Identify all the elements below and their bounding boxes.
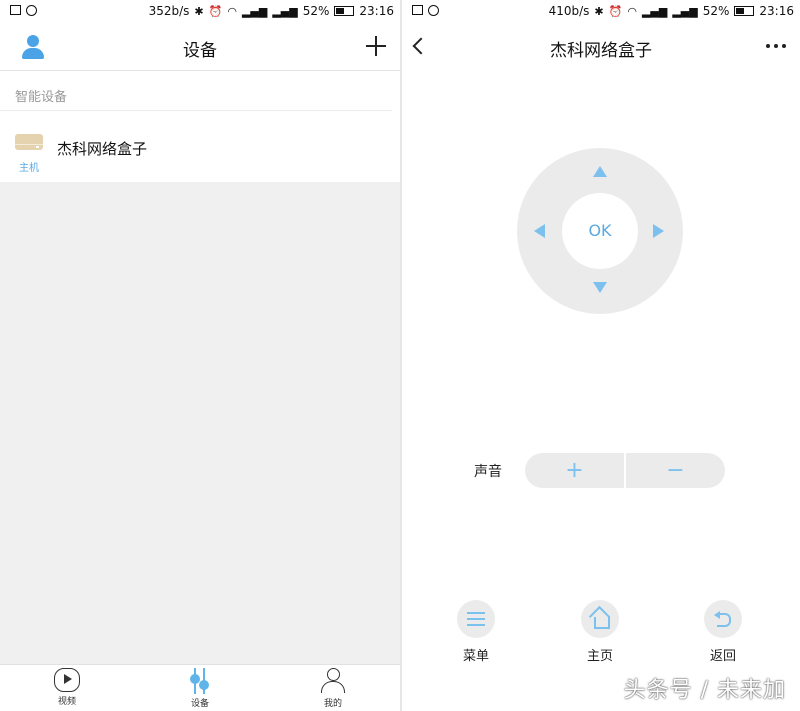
battery-percent: 52%: [702, 4, 730, 18]
page-title: 设备: [183, 41, 217, 61]
bottom-nav: 视频 设备 我的: [0, 664, 400, 711]
wifi-icon: ◠: [227, 4, 237, 18]
home-label: 主页: [586, 649, 613, 664]
nav-video[interactable]: 视频: [37, 668, 97, 707]
menu-label: 菜单: [462, 649, 489, 664]
signal-icon: ▂▄▆: [641, 4, 668, 18]
nav-me[interactable]: 我的: [303, 668, 363, 709]
battery-icon: [734, 6, 755, 16]
status-bar: 410b/s ✱ ⏰ ◠ ▂▄▆ ▂▄▆ 52% 23:16: [402, 0, 800, 24]
volume-control: + −: [525, 453, 725, 488]
header: 设备: [0, 24, 400, 71]
volume-down-button[interactable]: −: [626, 453, 725, 488]
up-arrow-button[interactable]: [593, 166, 607, 177]
nav-devices[interactable]: 设备: [170, 668, 230, 709]
right-arrow-button[interactable]: [653, 224, 664, 238]
clock: 23:16: [359, 4, 394, 18]
device-list-item[interactable]: 主机 杰科网络盒子: [0, 112, 400, 182]
network-speed: 410b/s: [548, 4, 590, 18]
message-icon: [26, 5, 37, 16]
wifi-icon: ◠: [627, 4, 637, 18]
section-label: 智能设备: [15, 90, 68, 105]
divider: [0, 110, 392, 111]
battery-icon: [334, 6, 355, 16]
signal-icon: ▂▄▆: [672, 4, 698, 18]
nav-devices-label: 设备: [190, 699, 209, 709]
down-arrow-button[interactable]: [593, 282, 607, 293]
network-speed: 352b/s: [148, 4, 190, 18]
battery-percent: 52%: [302, 4, 330, 18]
device-name: 杰科网络盒子: [57, 140, 148, 158]
ok-button[interactable]: OK: [562, 193, 638, 269]
device-sliders-icon: [187, 668, 213, 694]
more-icon[interactable]: [766, 44, 786, 48]
nav-me-label: 我的: [323, 699, 342, 709]
device-type-label: 主机: [19, 163, 39, 174]
alarm-icon: ⏰: [608, 4, 623, 18]
home-button[interactable]: 主页: [570, 600, 630, 664]
volume-up-button[interactable]: +: [525, 453, 624, 488]
signal-icon: ▂▄▆: [241, 4, 268, 18]
menu-button[interactable]: 菜单: [446, 600, 506, 664]
return-icon: [704, 600, 742, 638]
person-icon: [320, 668, 346, 694]
empty-list-area: [0, 182, 400, 665]
tv-box-icon: [15, 134, 43, 156]
home-icon: [581, 600, 619, 638]
volume-label: 声音: [474, 464, 502, 480]
header: 杰科网络盒子: [402, 24, 800, 70]
gallery-icon: [412, 5, 423, 15]
plus-icon[interactable]: [366, 36, 386, 56]
return-button[interactable]: 返回: [693, 600, 753, 664]
return-label: 返回: [709, 649, 736, 664]
signal-icon: ▂▄▆: [272, 4, 298, 18]
menu-icon: [457, 600, 495, 638]
bluetooth-icon: ✱: [594, 4, 604, 18]
message-icon: [428, 5, 439, 16]
bluetooth-icon: ✱: [194, 4, 204, 18]
watermark: 头条号 / 未来加: [623, 678, 786, 703]
remote-control-screen: 410b/s ✱ ⏰ ◠ ▂▄▆ ▂▄▆ 52% 23:16 杰科网络盒子 OK…: [402, 0, 800, 711]
direction-pad: OK: [517, 148, 683, 314]
video-icon: [54, 668, 80, 692]
nav-video-label: 视频: [57, 697, 76, 707]
status-bar: 352b/s ✱ ⏰ ◠ ▂▄▆ ▂▄▆ 52% 23:16: [0, 0, 400, 24]
clock: 23:16: [759, 4, 794, 18]
page-title: 杰科网络盒子: [550, 41, 652, 61]
left-arrow-button[interactable]: [534, 224, 545, 238]
alarm-icon: ⏰: [208, 4, 223, 18]
device-list-screen: 352b/s ✱ ⏰ ◠ ▂▄▆ ▂▄▆ 52% 23:16 设备 智能设备 主…: [0, 0, 400, 711]
gallery-icon: [10, 5, 21, 15]
